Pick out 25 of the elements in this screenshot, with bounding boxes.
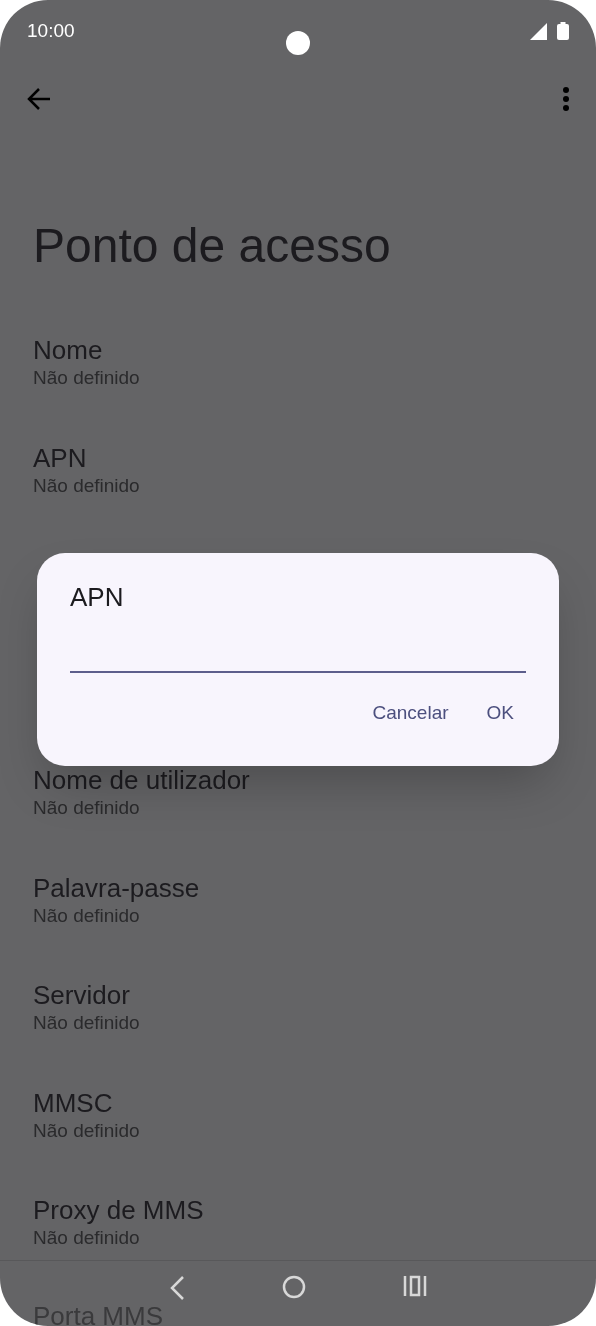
setting-title[interactable]: Palavra-passe bbox=[33, 871, 200, 904]
setting-value: Não definido bbox=[33, 1118, 141, 1143]
setting-value: Não definido bbox=[33, 473, 141, 498]
recent-apps-button[interactable] bbox=[403, 1275, 428, 1297]
setting-value: Não definido bbox=[33, 1011, 141, 1035]
setting-title[interactable]: Servidor bbox=[33, 979, 130, 1011]
signal-icon bbox=[530, 22, 547, 40]
setting-value: Não definido bbox=[33, 1226, 141, 1250]
dialog-button[interactable]: Cancelar bbox=[360, 695, 461, 731]
status-time: 10:00 bbox=[27, 18, 75, 43]
setting-value: Não definido bbox=[33, 796, 141, 820]
setting-title[interactable]: Nome bbox=[33, 334, 103, 366]
camera-hole bbox=[286, 31, 310, 55]
battery-icon bbox=[557, 22, 569, 40]
setting-title[interactable]: Proxy de MMS bbox=[33, 1194, 204, 1226]
setting-title[interactable]: MMSC bbox=[33, 1086, 113, 1119]
setting-value: Não definido bbox=[33, 903, 141, 928]
back-nav-button[interactable] bbox=[168, 1275, 185, 1301]
dialog-button[interactable]: OK bbox=[474, 695, 526, 731]
page-title: Ponto de acesso bbox=[32, 218, 392, 274]
dialog-title: APN bbox=[70, 581, 125, 613]
setting-title[interactable]: Nome de utilizador bbox=[33, 764, 250, 796]
setting-value: Não definido bbox=[33, 366, 141, 390]
home-button[interactable] bbox=[282, 1275, 306, 1299]
setting-title[interactable]: APN bbox=[33, 441, 87, 474]
